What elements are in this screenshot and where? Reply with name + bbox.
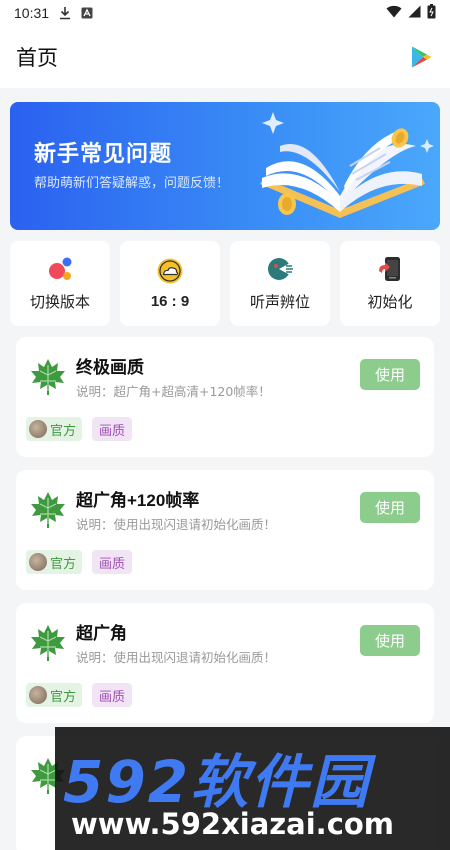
watermark: 592软件园 www.592xiazai.com: [55, 727, 450, 850]
card-tags: 官方 画质: [26, 550, 133, 574]
card-description: 说明：使用出现闪退请初始化画质！: [76, 650, 277, 665]
page-title: 首页: [16, 46, 58, 70]
cloud-sun-icon: [157, 258, 183, 284]
quick-sound-locate[interactable]: 听声辨位: [230, 241, 330, 326]
battery-icon: [427, 3, 436, 23]
preset-card[interactable]: 超广角+120帧率 说明：使用出现闪退请初始化画质！ 使用 官方 画质: [16, 470, 434, 590]
tag-type-label: 画质: [99, 689, 126, 705]
banner-subtitle: 帮助萌新们答疑解惑，问题反馈！: [34, 176, 230, 191]
sound-icon: [268, 258, 293, 280]
card-title: 超广角+120帧率: [76, 491, 200, 510]
quick-label: 切换版本: [29, 293, 90, 311]
status-time: 10:31: [14, 5, 50, 21]
avatar: [29, 553, 47, 571]
quick-switch-version[interactable]: 切换版本: [10, 241, 110, 326]
quick-label: 初始化: [367, 293, 413, 311]
dots-icon: [49, 257, 72, 280]
card-title: 超广角: [76, 624, 127, 643]
banner-title: 新手常见问题: [34, 142, 173, 167]
tag-official-label: 官方: [50, 556, 77, 572]
card-tags: 官方 画质: [26, 683, 133, 707]
tag-type: 画质: [92, 683, 133, 707]
card-description: 说明：超广角+超高清+120帧率！: [76, 384, 271, 399]
use-button[interactable]: 使用: [360, 625, 420, 656]
use-button[interactable]: 使用: [360, 359, 420, 390]
watermark-url: www.592xiazai.com: [71, 807, 395, 841]
avatar: [29, 420, 47, 438]
play-store-icon[interactable]: [408, 44, 434, 70]
tag-official: 官方: [26, 683, 83, 707]
tag-official-label: 官方: [50, 689, 77, 705]
maple-leaf-icon: [31, 492, 65, 528]
book-illustration-icon: [260, 112, 434, 218]
tag-official-label: 官方: [50, 423, 77, 439]
status-bar: 10:31: [0, 0, 450, 26]
app-bar: 首页: [0, 26, 450, 88]
maple-leaf-icon: [31, 359, 65, 395]
tag-official: 官方: [26, 417, 83, 441]
tag-type: 画质: [92, 550, 133, 574]
preset-card[interactable]: 超广角 说明：使用出现闪退请初始化画质！ 使用 官方 画质: [16, 603, 434, 723]
avatar: [29, 686, 47, 704]
maple-leaf-icon: [31, 625, 65, 661]
use-button[interactable]: 使用: [360, 492, 420, 523]
phone-refresh-icon: [379, 257, 400, 281]
wifi-icon: [386, 5, 402, 22]
card-tags: 官方 画质: [26, 417, 133, 441]
preset-card[interactable]: 终极画质 说明：超广角+超高清+120帧率！ 使用 官方 画质: [16, 337, 434, 457]
download-icon: [59, 6, 71, 20]
quick-initialize[interactable]: 初始化: [340, 241, 440, 326]
quick-label: 听声辨位: [249, 293, 310, 311]
tag-type-label: 画质: [99, 556, 126, 572]
card-title: 终极画质: [76, 358, 144, 377]
tag-official: 官方: [26, 550, 83, 574]
quick-label: 16 : 9: [150, 293, 190, 310]
faq-banner[interactable]: 新手常见问题 帮助萌新们答疑解惑，问题反馈！: [10, 102, 440, 230]
tag-type-label: 画质: [99, 423, 126, 439]
app-notification-icon: [81, 7, 93, 19]
tag-type: 画质: [92, 417, 133, 441]
quick-actions: 切换版本 16 : 9 听声辨位 初始化: [10, 241, 440, 326]
quick-ratio-16-9[interactable]: 16 : 9: [120, 241, 220, 326]
card-description: 说明：使用出现闪退请初始化画质！: [76, 517, 277, 532]
signal-icon: [408, 5, 421, 22]
